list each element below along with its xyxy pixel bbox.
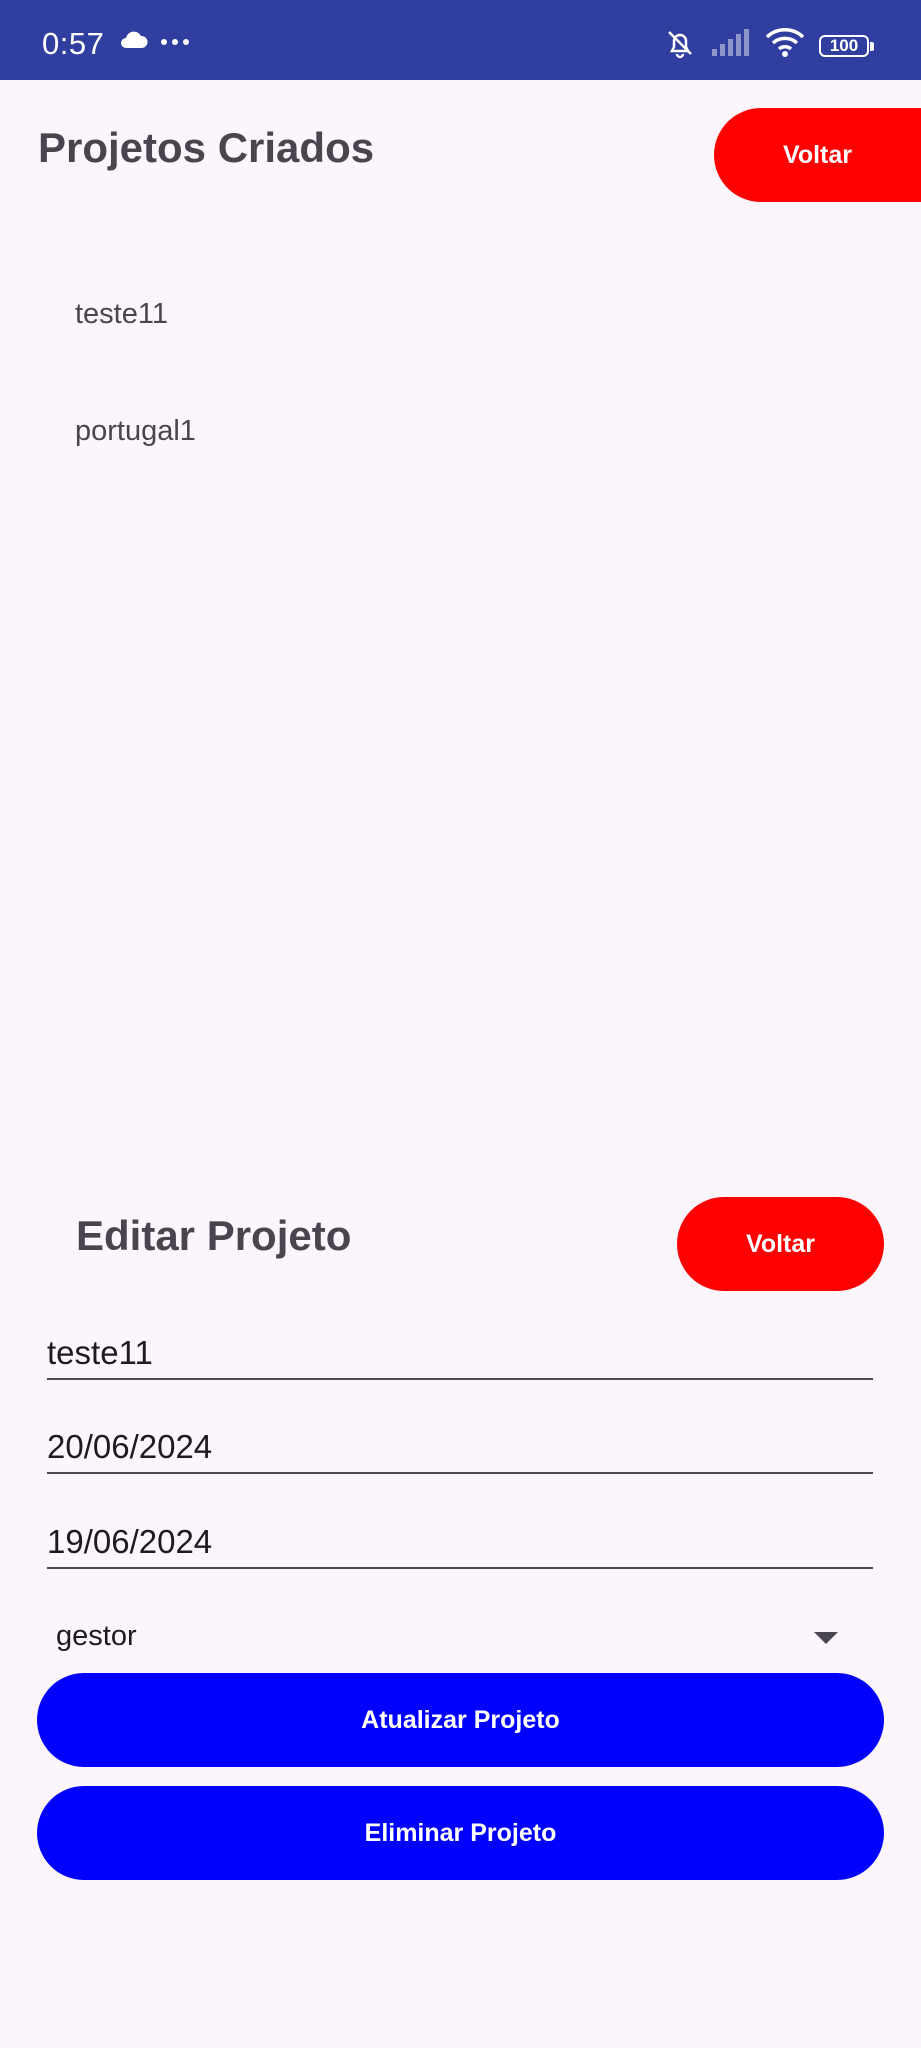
project-name-field[interactable]: teste11 (47, 1332, 873, 1380)
edit-back-button[interactable]: Voltar (677, 1197, 884, 1291)
status-bar: 0:57 100 (0, 0, 921, 80)
back-button[interactable]: Voltar (714, 108, 921, 202)
end-date-field[interactable]: 19/06/2024 (47, 1521, 873, 1569)
start-date-field[interactable]: 20/06/2024 (47, 1426, 873, 1474)
battery-icon: 100 (819, 34, 874, 57)
project-list-item[interactable]: portugal1 (75, 415, 196, 448)
update-project-button[interactable]: Atualizar Projeto (37, 1673, 884, 1767)
silent-bell-icon (663, 26, 697, 65)
dropdown-arrow-icon (814, 1632, 838, 1644)
delete-project-button[interactable]: Eliminar Projeto (37, 1786, 884, 1880)
edit-project-title: Editar Projeto (76, 1212, 352, 1259)
wifi-icon (765, 27, 805, 64)
project-name-value: teste11 (47, 1334, 153, 1371)
role-select-value: gestor (56, 1620, 137, 1652)
signal-icon (711, 29, 751, 62)
role-select[interactable]: gestor (56, 1620, 846, 1668)
start-date-value: 20/06/2024 (47, 1428, 213, 1465)
cloud-icon (118, 30, 148, 55)
page-title: Projetos Criados (38, 124, 375, 171)
end-date-value: 19/06/2024 (47, 1523, 213, 1560)
more-dots-icon (160, 34, 190, 52)
status-time: 0:57 (42, 26, 105, 61)
project-list-item[interactable]: teste11 (75, 298, 168, 331)
